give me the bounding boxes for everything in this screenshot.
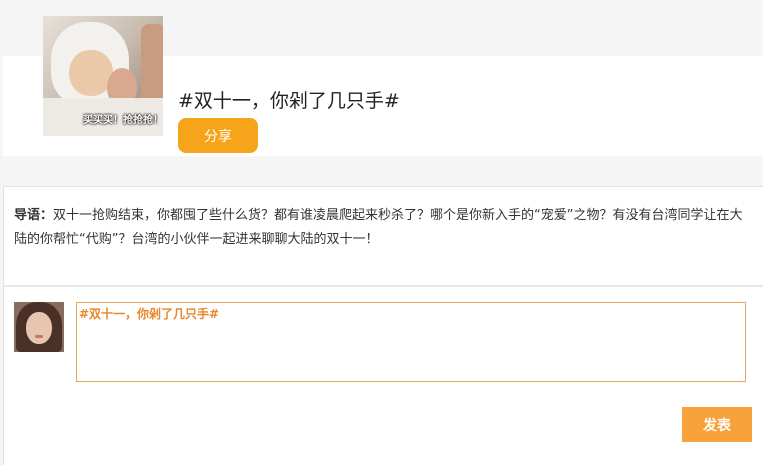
share-button[interactable]: 分享 [178,118,258,153]
intro-label: 导语： [14,208,54,223]
comment-input[interactable]: #双十一，你剁了几只手# [76,302,746,382]
intro-text: 导语：双十一抢购结束，你都囤了些什么货？都有谁凌晨爬起来秒杀了？哪个是你新入手的… [14,204,750,252]
submit-button[interactable]: 发表 [682,407,752,442]
user-avatar [14,302,64,352]
cover-caption: 买买买！抢抢抢！ [83,115,163,126]
topic-title: #双十一，你剁了几只手# [178,90,400,112]
intro-body: 双十一抢购结束，你都囤了些什么货？都有谁凌晨爬起来秒杀了？哪个是你新入手的“宠爱… [14,208,743,247]
section-divider [3,285,763,287]
topic-cover-image: 买买买！抢抢抢！ [43,16,163,136]
